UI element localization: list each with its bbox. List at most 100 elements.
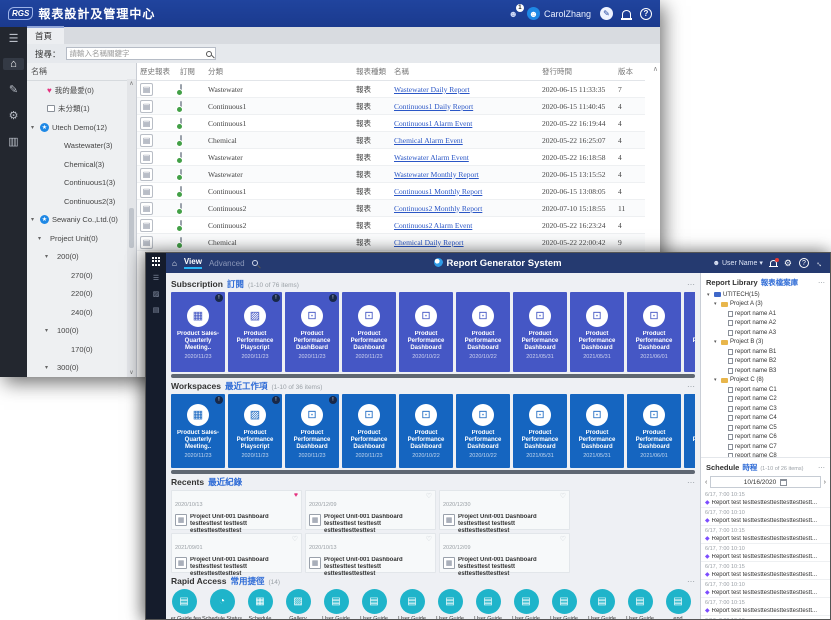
subscribe-icon[interactable]	[180, 169, 182, 180]
tree-item[interactable]: ▾ 300(0)	[27, 359, 136, 378]
history-report-icon[interactable]: ▤	[140, 219, 153, 232]
rapid-access-item[interactable]: ▤ User Guide	[627, 589, 653, 619]
rapid-access-icon[interactable]: ▤	[438, 589, 463, 614]
subscribe-icon[interactable]	[180, 118, 182, 129]
library-tree-item[interactable]: report name A1	[705, 309, 826, 319]
search-input[interactable]: 請輸入名稱關鍵字	[66, 47, 216, 60]
report-name-link[interactable]: Chemical Alarm Event	[391, 132, 539, 149]
subscribe-icon[interactable]	[180, 220, 182, 231]
user-menu[interactable]: ☻ CarolZhang	[527, 7, 591, 20]
schedule-entry[interactable]: 6/17, 7:00 10:10 ◆ Report test testtestt…	[701, 544, 830, 562]
library-tree-item[interactable]: report name C4	[705, 414, 826, 424]
settings-icon[interactable]: ⚙	[784, 258, 792, 269]
tree-expand-arrow[interactable]: ▾	[38, 235, 44, 242]
gallery-icon[interactable]: ▨	[153, 290, 160, 298]
recents-more-icon[interactable]: ⋯	[687, 478, 695, 487]
history-report-icon[interactable]: ▤	[140, 236, 153, 249]
tree-item[interactable]: 270(0)	[27, 266, 136, 285]
schedule-more-icon[interactable]: ⋯	[818, 464, 825, 472]
home-icon[interactable]: ⌂	[172, 259, 177, 268]
tree-expand-arrow[interactable]: ▾	[45, 327, 51, 334]
schedule-entry[interactable]: 6/17, 7:00 10:15 ◆ Report test testtestt…	[701, 598, 830, 616]
rapid-access-icon[interactable]: ◔	[210, 589, 235, 614]
nav-advanced[interactable]: Advanced	[209, 259, 245, 268]
scroll-down-icon[interactable]: ∨	[129, 369, 133, 376]
recent-card[interactable]: 2020/12/30 ♡ ▦ Project Unit-001 Dashboar…	[439, 490, 570, 530]
rapid-access-icon[interactable]: ▤	[400, 589, 425, 614]
subscription-tile[interactable]: ! ⊡ Product Performance Dashboard 2020/1…	[456, 292, 510, 372]
subscribe-icon[interactable]	[180, 186, 182, 197]
workspace-tile[interactable]: ! ⊡ Product Performance Dashboard 2020/1…	[399, 394, 453, 468]
workspaces-more-icon[interactable]: ⋯	[687, 382, 695, 391]
tree-expand-arrow[interactable]: ▾	[45, 253, 51, 260]
library-tree-item[interactable]: report name C1	[705, 385, 826, 395]
help-icon[interactable]: ?	[799, 258, 809, 268]
schedule-entry[interactable]: 6/17, 7:00 10:10 ◆ Report test testtestt…	[701, 508, 830, 526]
next-day-icon[interactable]: ›	[824, 479, 826, 486]
favorite-heart-icon[interactable]: ♥	[294, 492, 298, 499]
tools-icon[interactable]: ✎	[9, 83, 18, 96]
rapid-access-item[interactable]: ▤ end	[665, 589, 691, 619]
help-icon[interactable]: ?	[640, 8, 652, 20]
rapid-access-item[interactable]: ▤ User Guide	[475, 589, 501, 619]
library-tree-item[interactable]: report name C6	[705, 433, 826, 443]
rapid-access-icon[interactable]: ▤	[476, 589, 501, 614]
report-name-link[interactable]: Continuous1 Monthly Report	[391, 183, 539, 200]
recent-card[interactable]: 2021/09/01 ♡ ▦ Project Unit-001 Dashboar…	[171, 533, 302, 573]
edit-icon[interactable]: ✎	[600, 7, 613, 20]
report-name-link[interactable]: Continuous1 Daily Report	[391, 98, 539, 115]
library-tree-item[interactable]: ▾ Project B (3)	[705, 338, 826, 348]
tree-item[interactable]: 未分類(1)	[27, 100, 136, 119]
subscription-tile[interactable]: ! ▨ Product Performance Playscript 2020/…	[228, 292, 282, 372]
user-menu[interactable]: ☻ User Name ▾	[713, 259, 763, 267]
subscribe-icon[interactable]	[180, 203, 182, 214]
rapid-access-icon[interactable]: ▨	[286, 589, 311, 614]
subscription-more-icon[interactable]: ⋯	[687, 280, 695, 289]
schedule-date-picker[interactable]: 10/16/2020	[710, 476, 820, 488]
history-report-icon[interactable]: ▤	[140, 185, 153, 198]
rapid-access-item[interactable]: ▨ Gallery	[285, 589, 311, 619]
rapid-access-item[interactable]: ▤ User Guide	[551, 589, 577, 619]
tree-item[interactable]: Wastewater(3)	[27, 137, 136, 156]
workspace-tile[interactable]: ! ⊡ Product Performance Dashboard 2020/1…	[342, 394, 396, 468]
recent-card[interactable]: 2020/10/13 ♡ ▦ Project Unit-001 Dashboar…	[305, 533, 436, 573]
library-tree-item[interactable]: report name C5	[705, 423, 826, 433]
tree-item[interactable]: 220(0)	[27, 285, 136, 304]
tree-expand-arrow[interactable]: ▾	[714, 377, 719, 383]
search-icon[interactable]	[252, 260, 258, 266]
library-more-icon[interactable]: ⋯	[818, 279, 825, 287]
rapid-more-icon[interactable]: ⋯	[687, 577, 695, 586]
rapid-access-item[interactable]: ◔ Schedule Status	[209, 589, 235, 619]
menu-icon[interactable]: ☰	[9, 32, 19, 45]
tree-item[interactable]: 170(0)	[27, 340, 136, 359]
history-report-icon[interactable]: ▤	[140, 117, 153, 130]
rapid-access-icon[interactable]: ▤	[628, 589, 653, 614]
tree-expand-arrow[interactable]: ▾	[31, 216, 37, 223]
settings-icon[interactable]: ⚙	[9, 109, 19, 122]
rapid-access-item[interactable]: ▤ User Guide	[589, 589, 615, 619]
report-name-link[interactable]: Continuous2 Alarm Event	[391, 217, 539, 234]
workspaces-scrollbar[interactable]	[171, 470, 695, 474]
workspace-tile[interactable]: ! ⊡ Product Performance Dashboard 2021/0…	[513, 394, 567, 468]
tree-item[interactable]: ▾ ★ Utech Demo(12)	[27, 118, 136, 137]
rapid-access-item[interactable]: ▤ User Guide	[361, 589, 387, 619]
rapid-access-icon[interactable]: ▤	[172, 589, 197, 614]
table-scroll-up-icon[interactable]: ∧	[653, 65, 658, 73]
library-tree-item[interactable]: report name C2	[705, 395, 826, 405]
home-icon[interactable]: ⌂	[3, 58, 24, 70]
favorite-heart-icon[interactable]: ♡	[426, 492, 432, 500]
recent-card[interactable]: 2020/10/13 ♥ ▦ Project Unit-001 Dashboar…	[171, 490, 302, 530]
search-icon[interactable]	[206, 51, 212, 57]
app-launcher-icon[interactable]	[152, 257, 161, 266]
schedule-entry[interactable]: 6/17, 7:00 10:10 ◆ Report test testtestt…	[701, 580, 830, 598]
bell-icon[interactable]	[770, 260, 777, 266]
rapid-access-item[interactable]: ▤ User Guide	[513, 589, 539, 619]
library-tree-item[interactable]: report name A2	[705, 319, 826, 329]
calendar-icon[interactable]	[780, 479, 787, 486]
report-name-link[interactable]: Chemical Daily Report	[391, 234, 539, 251]
history-report-icon[interactable]: ▤	[140, 168, 153, 181]
report-name-link[interactable]: Continuous1 Alarm Event	[391, 115, 539, 132]
report-name-link[interactable]: Wastewater Daily Report	[391, 81, 539, 98]
subscription-tile[interactable]: ! ⊡ Product Performance DashBoard 2020/1…	[285, 292, 339, 372]
workspace-tile[interactable]: ! ⊡ Product Performance Dashboard 2020/1…	[456, 394, 510, 468]
